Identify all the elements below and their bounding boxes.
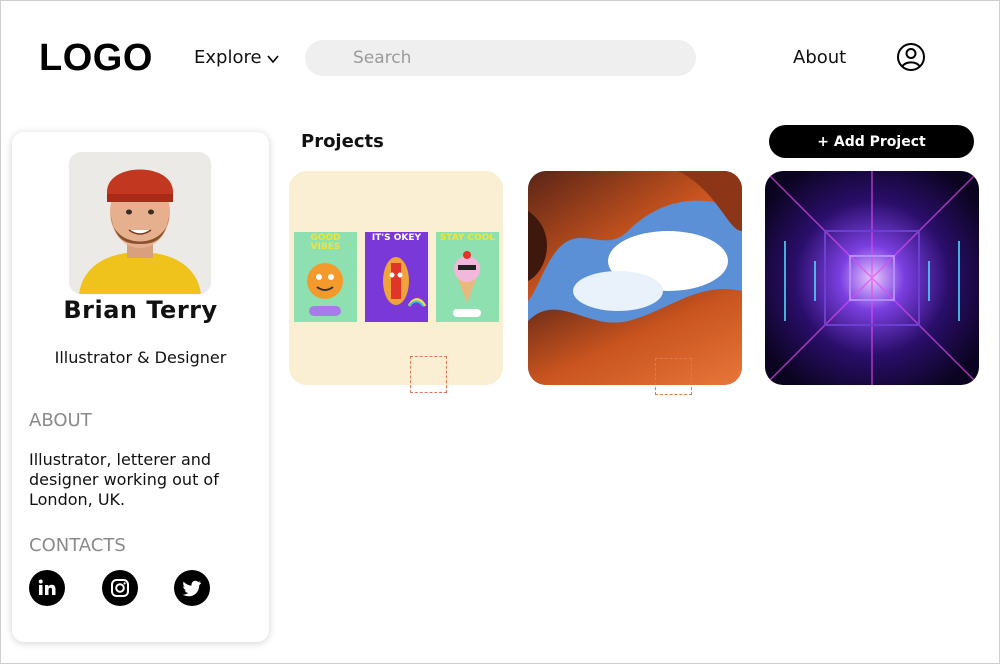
selection-marker	[655, 358, 692, 395]
about-link[interactable]: About	[793, 47, 846, 68]
profile-name: Brian Terry	[63, 296, 218, 324]
logo[interactable]: LOGO	[39, 37, 153, 80]
user-profile-icon[interactable]	[896, 42, 926, 72]
project-card-canyon[interactable]	[528, 171, 742, 385]
profile-role: Illustrator & Designer	[54, 348, 227, 367]
poster-2-title: IT'S OKEY	[371, 233, 422, 243]
linkedin-icon[interactable]	[29, 570, 65, 606]
neon-tunnel-image	[765, 171, 979, 385]
add-project-button[interactable]: + Add Project	[769, 125, 974, 158]
canyon-photo-image	[528, 171, 742, 385]
poster-3-title: STAY COOL	[439, 233, 496, 243]
explore-menu[interactable]: Explore	[194, 47, 280, 68]
poster-illustration-image	[289, 171, 503, 385]
project-card-posters[interactable]: GOOD VIBES IT'S OKEY STAY COOL	[289, 171, 503, 385]
instagram-icon[interactable]	[102, 570, 138, 606]
search-input[interactable]	[305, 40, 696, 76]
poster-1-title: GOOD VIBES	[310, 233, 341, 252]
projects-title: Projects	[301, 131, 384, 152]
about-heading: ABOUT	[29, 410, 92, 431]
chevron-down-icon	[266, 54, 279, 63]
contacts-heading: CONTACTS	[29, 535, 126, 556]
profile-card: Brian Terry Illustrator & Designer ABOUT…	[12, 132, 269, 642]
selection-marker	[410, 356, 447, 393]
about-text: Illustrator, letterer and designer worki…	[29, 450, 219, 509]
avatar	[69, 152, 211, 294]
explore-label: Explore	[194, 47, 262, 68]
twitter-icon[interactable]	[174, 570, 210, 606]
project-card-neon[interactable]	[765, 171, 979, 385]
